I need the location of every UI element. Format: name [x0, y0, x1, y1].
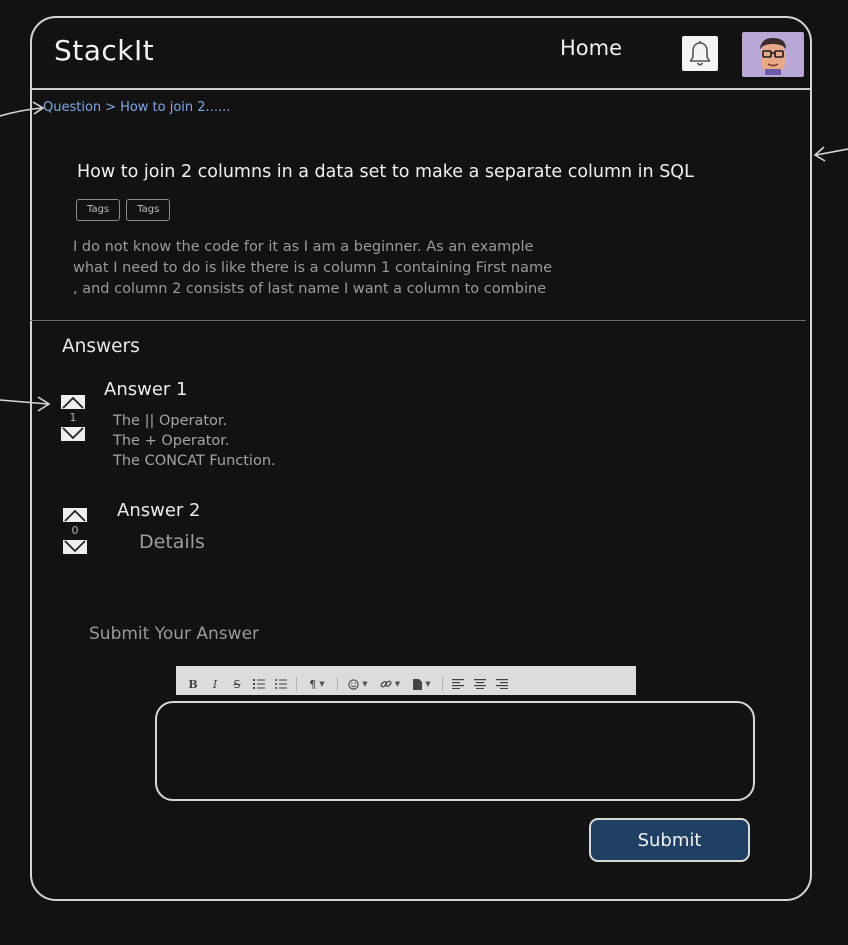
emoji-dropdown[interactable]: ▼ [342, 676, 374, 692]
link-icon [380, 680, 392, 688]
chevron-down-icon: ▼ [394, 680, 401, 688]
app-logo[interactable]: StackIt [54, 34, 154, 67]
nav-home-link[interactable]: Home [560, 36, 622, 60]
paragraph-icon: ¶ [309, 677, 317, 691]
upvote-icon [64, 509, 86, 522]
downvote-icon [62, 427, 84, 440]
breadcrumb: Question > How to join 2...... [43, 100, 230, 115]
answer-line: The || Operator. [113, 413, 228, 429]
chevron-down-icon: ▼ [362, 680, 368, 688]
italic-button[interactable]: I [204, 676, 226, 692]
vote-count: 0 [71, 524, 79, 537]
answer-editor[interactable] [155, 701, 755, 801]
link-dropdown[interactable]: ▼ [374, 676, 406, 692]
tag-chip[interactable]: Tags [126, 199, 171, 221]
strikethrough-icon: S [233, 677, 241, 691]
align-left-icon [452, 679, 464, 689]
annotation-arrow-left-answer [0, 396, 51, 412]
bold-button[interactable]: B [182, 676, 204, 692]
align-right-button[interactable] [491, 676, 513, 692]
ordered-list-icon [253, 679, 265, 689]
tag-chip[interactable]: Tags [76, 199, 121, 221]
align-center-button[interactable] [469, 676, 491, 692]
breadcrumb-question-link[interactable]: Question [43, 100, 101, 115]
annotation-arrow-right [813, 146, 848, 162]
align-right-icon [496, 679, 508, 689]
submit-answer-heading: Submit Your Answer [89, 624, 260, 644]
paragraph-dropdown[interactable]: ¶ ▼ [301, 676, 333, 692]
header-divider [30, 88, 812, 90]
answer-details: Details [139, 531, 205, 553]
strikethrough-button[interactable]: S [226, 676, 248, 692]
question-description-line: what I need to do is like there is a col… [73, 260, 553, 276]
answer-title: Answer 1 [104, 379, 188, 400]
downvote-button[interactable] [61, 427, 85, 441]
answer-vote-control: 1 [61, 395, 85, 441]
answer-title: Answer 2 [117, 500, 201, 521]
ordered-list-button[interactable] [248, 676, 270, 692]
answer-line: The + Operator. [113, 433, 230, 449]
question-description-line: I do not know the code for it as I am a … [73, 239, 534, 255]
annotation-arrow-left-top [0, 101, 45, 117]
question-title: How to join 2 columns in a data set to m… [77, 162, 694, 182]
question-answers-divider [30, 320, 806, 321]
upvote-icon [62, 396, 84, 409]
upvote-button[interactable] [63, 508, 87, 522]
emoji-icon [348, 678, 359, 690]
file-dropdown[interactable]: ▼ [406, 676, 438, 692]
breadcrumb-separator: > [105, 100, 117, 115]
bullet-list-button[interactable] [270, 676, 292, 692]
notifications-button[interactable] [682, 36, 718, 71]
file-icon [413, 678, 423, 690]
toolbar-separator [442, 677, 443, 691]
align-center-icon [474, 679, 486, 689]
align-left-button[interactable] [447, 676, 469, 692]
upvote-button[interactable] [61, 395, 85, 409]
bell-icon [689, 40, 711, 66]
toolbar-separator [296, 677, 297, 691]
answer-vote-control: 0 [63, 508, 87, 554]
downvote-icon [64, 540, 86, 553]
downvote-button[interactable] [63, 540, 87, 554]
editor-toolbar: B I S ¶ ▼ ▼ ▼ ▼ [176, 666, 636, 695]
submit-button[interactable]: Submit [589, 818, 750, 862]
bold-icon: B [188, 677, 198, 691]
answer-body: The || Operator. The + Operator. The CON… [113, 411, 276, 471]
question-description-line: , and column 2 consists of last name I w… [73, 281, 547, 297]
chevron-down-icon: ▼ [319, 680, 325, 688]
bullet-list-icon [275, 679, 287, 689]
chevron-down-icon: ▼ [425, 680, 431, 688]
answer-line: The CONCAT Function. [113, 453, 276, 469]
breadcrumb-current[interactable]: How to join 2...... [120, 100, 230, 115]
user-avatar-icon [760, 37, 786, 75]
user-avatar[interactable] [742, 32, 804, 77]
question-tags: Tags Tags [76, 199, 171, 221]
answers-heading: Answers [62, 336, 140, 357]
vote-count: 1 [69, 411, 77, 424]
question-description: I do not know the code for it as I am a … [73, 237, 643, 300]
toolbar-separator [337, 677, 338, 691]
italic-icon: I [212, 677, 218, 691]
